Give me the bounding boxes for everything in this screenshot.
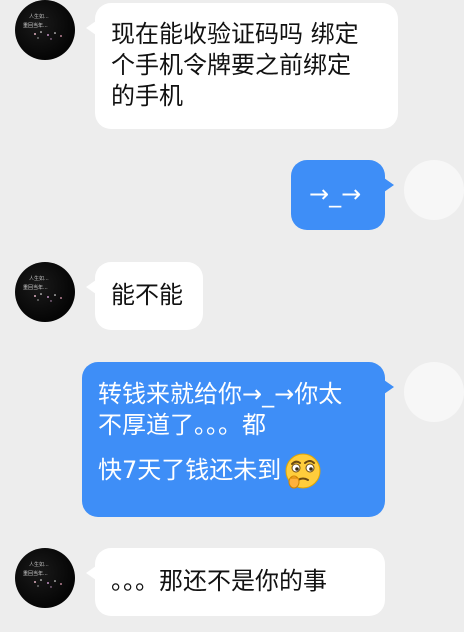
thinking-face-emoji-icon xyxy=(285,453,321,489)
contact-avatar[interactable]: 人生如... 重回当年... xyxy=(15,548,75,608)
contact-avatar[interactable]: 人生如... 重回当年... xyxy=(15,0,75,60)
message-bubble-outgoing[interactable]: →_→ xyxy=(291,160,394,230)
my-avatar[interactable] xyxy=(404,160,464,220)
svg-text:人生如...: 人生如... xyxy=(29,275,49,282)
message-text: 现在能收验证码吗 绑定 xyxy=(111,20,359,48)
chat-thread: 人生如... 重回当年... 现在能收验证码吗 绑定 个手机令牌要之前绑定 的手… xyxy=(0,0,464,632)
message-text: 能不能 xyxy=(111,281,183,309)
message-text: 不厚道了。。。都 xyxy=(98,411,266,439)
message-text-line: 快7天了钱还未到 xyxy=(98,451,369,491)
svg-text:人生如...: 人生如... xyxy=(29,13,49,20)
message-text: 。。。那还不是你的事 xyxy=(111,567,327,595)
message-text: 的手机 xyxy=(111,82,183,110)
line-spacer xyxy=(98,441,369,451)
message-bubble-incoming[interactable]: 现在能收验证码吗 绑定 个手机令牌要之前绑定 的手机 xyxy=(86,3,398,129)
contact-avatar[interactable]: 人生如... 重回当年... xyxy=(15,262,75,322)
message-text: →_→ xyxy=(309,180,362,208)
svg-text:人生如...: 人生如... xyxy=(29,561,49,568)
my-avatar[interactable] xyxy=(404,362,464,422)
message-text: 快7天了钱还未到 xyxy=(98,456,282,484)
svg-text:重回当年...: 重回当年... xyxy=(23,284,48,291)
message-bubble-incoming[interactable]: 能不能 xyxy=(86,262,203,330)
message-bubble-outgoing[interactable]: 转钱来就给你→_→你太 不厚道了。。。都 快7天了钱还未到 xyxy=(82,362,394,517)
message-text: 转钱来就给你→_→你太 xyxy=(98,380,343,408)
message-bubble-incoming[interactable]: 。。。那还不是你的事 xyxy=(86,548,385,616)
svg-text:重回当年...: 重回当年... xyxy=(23,570,48,577)
svg-text:重回当年...: 重回当年... xyxy=(23,22,48,29)
message-text: 个手机令牌要之前绑定 xyxy=(111,51,351,79)
